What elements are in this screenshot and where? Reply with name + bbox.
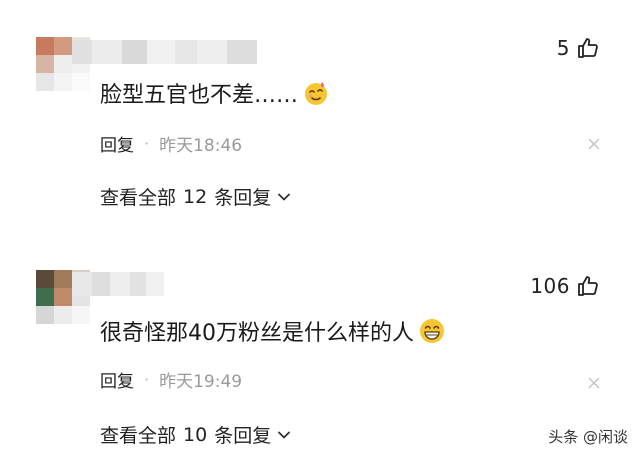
chevron-down-icon [278,431,291,438]
meta-separator: · [144,370,150,389]
comment-item: 106 很奇怪那40万粉丝是什么样的人 回复 · 昨天19:49 查看全部 10… [0,232,640,454]
smiling-face-with-tear-emoji [302,79,330,107]
like-count: 5 [556,36,570,60]
reply-count: 12 [183,185,208,208]
like-button[interactable]: 5 [557,36,600,60]
chevron-down-icon [278,193,291,200]
reply-count: 10 [183,423,208,446]
view-all-prefix: 查看全部 [100,425,177,447]
view-all-prefix: 查看全部 [100,187,177,209]
comment-text-content: 脸型五官也不差…… [100,83,299,108]
view-all-suffix: 条回复 [214,187,272,209]
like-button[interactable]: 106 [530,274,600,298]
view-all-replies-button[interactable]: 查看全部 10 条回复 [100,421,291,448]
comment-text: 脸型五官也不差…… [100,77,330,109]
comment-meta: 回复 · 昨天19:49 [100,367,242,392]
like-count: 106 [530,274,570,298]
reply-button[interactable]: 回复 [100,367,134,392]
comment-text: 很奇怪那40万粉丝是什么样的人 [100,315,446,347]
meta-separator: · [144,134,150,153]
username-blurred[interactable] [72,272,164,296]
comment-time: 昨天18:46 [159,136,243,156]
thumbs-up-icon [576,274,600,298]
comment-item: 5 脸型五官也不差…… 回复 · 昨天18:46 查看全部 12 条回复 [0,0,640,232]
comment-text-content: 很奇怪那40万粉丝是什么样的人 [100,321,414,346]
comment-meta: 回复 · 昨天18:46 [100,131,242,156]
comment-time: 昨天19:49 [159,372,243,392]
close-icon[interactable] [588,135,600,154]
watermark: 头条 @闲谈 [548,428,628,446]
grinning-face-emoji [418,317,446,345]
view-all-replies-button[interactable]: 查看全部 12 条回复 [100,183,291,210]
thumbs-up-icon [576,36,600,60]
reply-button[interactable]: 回复 [100,131,134,156]
username-blurred[interactable] [72,40,257,64]
close-icon[interactable] [588,374,600,393]
view-all-suffix: 条回复 [214,425,272,447]
